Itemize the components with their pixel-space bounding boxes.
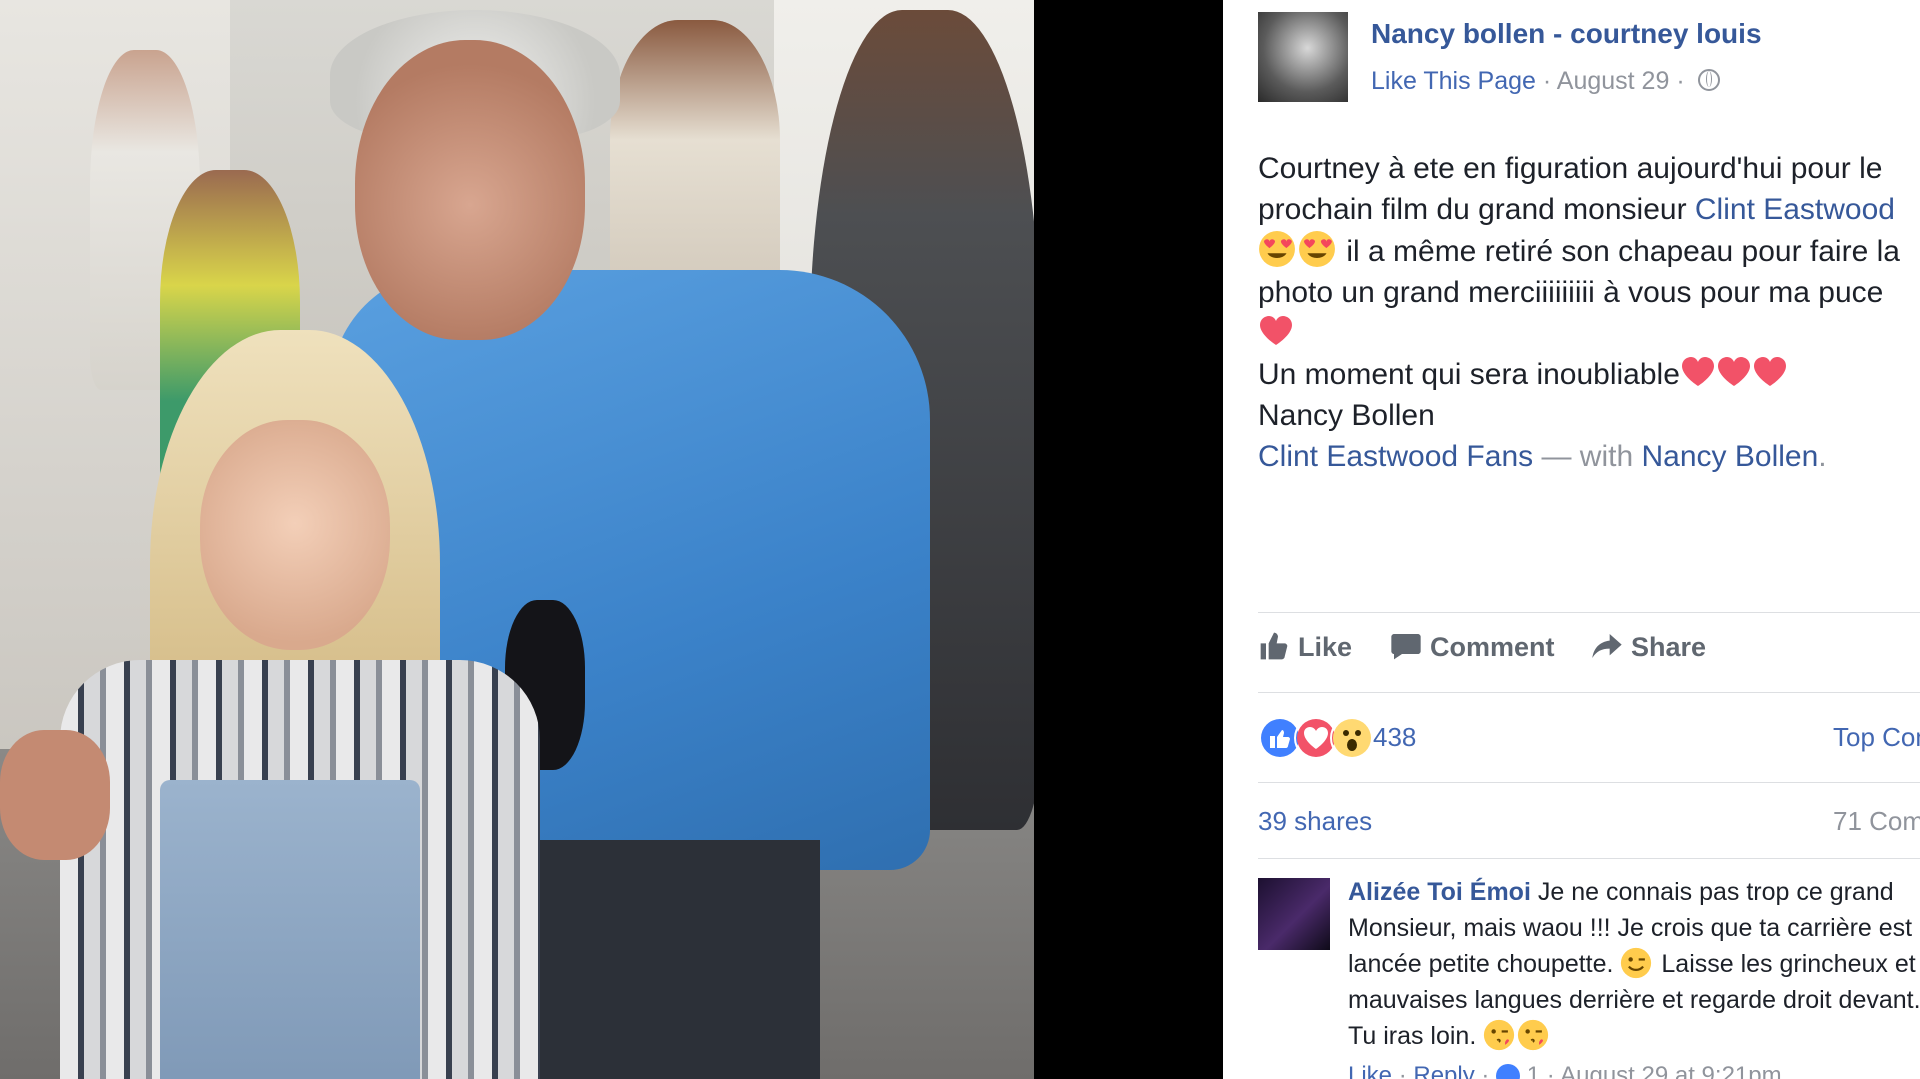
post-text-line: il a même retiré son chapeau pour faire …	[1258, 230, 1920, 272]
post-header: Nancy bollen - courtney louis Like This …	[1258, 12, 1918, 102]
clint-eastwood-link[interactable]: Clint Eastwood	[1695, 193, 1895, 226]
divider	[1258, 612, 1920, 613]
heart-eyes-emoji-icon	[1299, 231, 1335, 267]
post-photo[interactable]	[0, 0, 1034, 1079]
like-page-link[interactable]: Like This Page	[1371, 67, 1536, 95]
heart-emoji-icon	[1260, 316, 1292, 345]
post-meta: Like This Page · August 29 ·	[1371, 67, 1720, 96]
divider	[1258, 782, 1920, 783]
comment-author-link[interactable]: Alizée Toi Émoi	[1348, 878, 1531, 906]
comment-line: Alizée Toi Émoi Je ne connais pas trop c…	[1348, 874, 1920, 910]
comment-label: Comment	[1430, 632, 1555, 662]
commenter-avatar[interactable]	[1258, 878, 1330, 950]
comment-body: Alizée Toi Émoi Je ne connais pas trop c…	[1348, 874, 1920, 1054]
comment-reply-link[interactable]: Reply	[1413, 1062, 1474, 1079]
post-text-period: .	[1818, 440, 1827, 473]
globe-icon[interactable]	[1697, 69, 1720, 91]
comment-like-count[interactable]: 1	[1527, 1062, 1540, 1079]
heart-emoji-icon	[1681, 357, 1714, 386]
share-arrow-icon	[1592, 634, 1622, 658]
photo-jeans	[520, 840, 820, 1079]
page-name-link[interactable]: Nancy bollen - courtney louis	[1371, 18, 1762, 50]
post-actions: Like Comment Share	[1258, 630, 1918, 680]
top-comments-dropdown[interactable]: Top Comments	[1833, 722, 1920, 753]
like-count-icon	[1496, 1064, 1521, 1079]
post-text-line: Courtney à ete en figuration aujourd'hui…	[1258, 152, 1883, 185]
comment-text-fragment: lancée petite choupette.	[1348, 950, 1621, 978]
share-button[interactable]: Share	[1591, 630, 1706, 663]
shares-count-link[interactable]: 39 shares	[1258, 806, 1372, 837]
reactions-bar[interactable]: 438 Top Comments	[1258, 716, 1920, 760]
post-text-fragment: prochain film du grand monsieur	[1258, 193, 1695, 226]
photo-man-face	[355, 40, 585, 340]
meta-separator: ·	[1676, 67, 1685, 95]
comment-text-fragment: Tu iras loin.	[1348, 1022, 1484, 1050]
kissing-heart-emoji-icon	[1484, 1019, 1515, 1051]
heart-eyes-emoji-icon	[1259, 231, 1295, 267]
meta-separator: ·	[1542, 67, 1552, 95]
heart-emoji-icon	[1753, 357, 1786, 386]
clint-eastwood-fans-link[interactable]: Clint Eastwood Fans	[1258, 440, 1533, 473]
like-button[interactable]: Like	[1258, 630, 1352, 663]
share-label: Share	[1631, 632, 1707, 662]
comment-button[interactable]: Comment	[1390, 630, 1555, 663]
divider	[1258, 858, 1920, 859]
comment-line: Tu iras loin.	[1348, 1018, 1920, 1054]
post-date[interactable]: August 29	[1557, 67, 1670, 95]
comment-meta-separator: ·	[1398, 1062, 1407, 1079]
comment-meta: Like · Reply · 1 · August 29 at 9:21pm	[1348, 1062, 1782, 1079]
comment-line: mauvaises langues derrière et regarde dr…	[1348, 986, 1920, 1014]
comment-timestamp[interactable]: August 29 at 9:21pm	[1560, 1062, 1781, 1079]
post-text-fragment: il a même retiré son chapeau pour faire …	[1338, 235, 1900, 268]
comment-text-fragment: Laisse les grincheux et	[1654, 950, 1916, 978]
comment-icon	[1391, 634, 1421, 660]
wow-reaction-icon	[1330, 716, 1374, 760]
comments-count[interactable]: 71 Comments	[1833, 806, 1920, 837]
photo-man-hand	[0, 730, 110, 860]
comment-like-link[interactable]: Like	[1348, 1062, 1392, 1079]
post-panel: Nancy bollen - courtney louis Like This …	[1223, 0, 1920, 1079]
with-label: — with	[1533, 440, 1642, 473]
comment-text-fragment: Je ne connais pas trop ce grand	[1530, 878, 1894, 906]
comment-line: Monsieur, mais waou !!! Je crois que ta …	[1348, 914, 1913, 942]
photo-viewer	[0, 0, 1223, 1079]
reaction-count[interactable]: 438	[1373, 722, 1416, 753]
post-text-line: photo un grand merciiiiiiiii à vous pour…	[1258, 276, 1884, 309]
page-avatar[interactable]	[1258, 12, 1348, 102]
post-text-line	[1258, 313, 1920, 354]
kissing-heart-emoji-icon	[1518, 1019, 1549, 1051]
comment-meta-separator: ·	[1481, 1062, 1490, 1079]
comment-line: lancée petite choupette. Laisse les grin…	[1348, 946, 1920, 982]
post-text-line: Clint Eastwood Fans — with Nancy Bollen.	[1258, 436, 1920, 477]
tagged-person-link[interactable]: Nancy Bollen	[1642, 440, 1819, 473]
post-text-line: Un moment qui sera inoubliable	[1258, 354, 1920, 395]
post-text-line: Nancy Bollen	[1258, 399, 1435, 432]
heart-emoji-icon	[1717, 357, 1750, 386]
divider	[1258, 692, 1920, 693]
photo-girl-face	[200, 420, 390, 650]
wink-emoji-icon	[1621, 947, 1652, 979]
photo-girl-overalls	[160, 780, 420, 1079]
like-label: Like	[1298, 632, 1353, 662]
comment-meta-separator: ·	[1546, 1062, 1555, 1079]
post-text-line: prochain film du grand monsieur Clint Ea…	[1258, 189, 1920, 230]
post-text-fragment: Un moment qui sera inoubliable	[1258, 358, 1680, 391]
thumbs-up-icon	[1260, 632, 1288, 660]
post-text: Courtney à ete en figuration aujourd'hui…	[1258, 148, 1920, 477]
